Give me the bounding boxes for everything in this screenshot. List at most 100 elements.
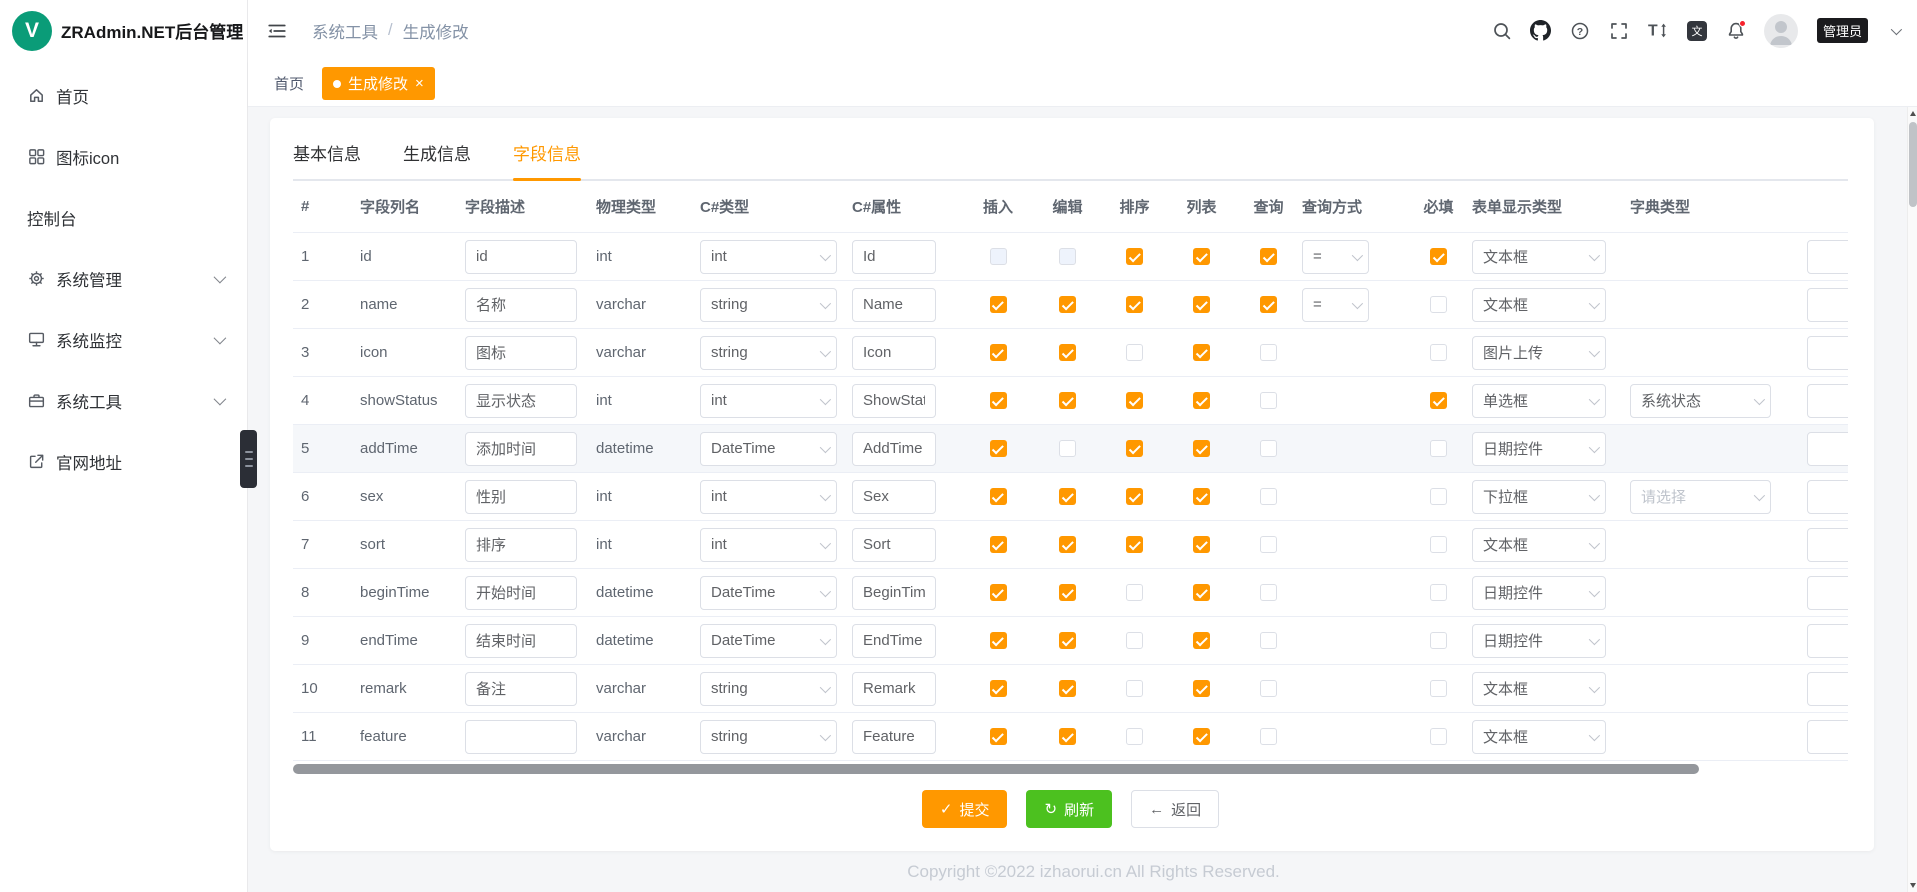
required-checkbox[interactable]: [1430, 536, 1447, 553]
edit-checkbox[interactable]: [1059, 248, 1076, 265]
csharp-property-input[interactable]: [852, 720, 936, 754]
extra-input[interactable]: [1807, 432, 1848, 466]
tab-basic-info[interactable]: 基本信息: [293, 140, 361, 179]
chevron-down-icon[interactable]: [1891, 23, 1902, 34]
collapse-sidebar-icon[interactable]: [266, 20, 288, 42]
list-checkbox[interactable]: [1193, 584, 1210, 601]
csharp-type-select[interactable]: int: [700, 528, 837, 562]
extra-input[interactable]: [1807, 528, 1848, 562]
display-type-select[interactable]: 文本框: [1472, 528, 1606, 562]
column-desc-input[interactable]: [465, 720, 577, 754]
query-type-select[interactable]: =: [1302, 240, 1369, 274]
column-desc-input[interactable]: [465, 672, 577, 706]
display-type-select[interactable]: 文本框: [1472, 720, 1606, 754]
sidebar-item-console[interactable]: 控制台: [0, 187, 247, 248]
column-desc-input[interactable]: [465, 432, 577, 466]
list-checkbox[interactable]: [1193, 440, 1210, 457]
notification-bell-icon[interactable]: [1725, 20, 1747, 42]
vertical-scrollbar[interactable]: [1907, 107, 1917, 892]
settings-drawer-handle[interactable]: [240, 430, 257, 488]
extra-input[interactable]: [1807, 384, 1848, 418]
csharp-type-select[interactable]: DateTime: [700, 576, 837, 610]
query-checkbox[interactable]: [1260, 296, 1277, 313]
list-checkbox[interactable]: [1193, 536, 1210, 553]
sort-checkbox[interactable]: [1126, 488, 1143, 505]
sort-checkbox[interactable]: [1126, 344, 1143, 361]
list-checkbox[interactable]: [1193, 632, 1210, 649]
csharp-type-select[interactable]: string: [700, 672, 837, 706]
insert-checkbox[interactable]: [990, 728, 1007, 745]
display-type-select[interactable]: 下拉框: [1472, 480, 1606, 514]
csharp-property-input[interactable]: [852, 576, 936, 610]
refresh-button[interactable]: ↻ 刷新: [1026, 790, 1112, 828]
query-checkbox[interactable]: [1260, 488, 1277, 505]
list-checkbox[interactable]: [1193, 248, 1210, 265]
insert-checkbox[interactable]: [990, 296, 1007, 313]
language-icon[interactable]: 文: [1686, 20, 1708, 42]
insert-checkbox[interactable]: [990, 680, 1007, 697]
required-checkbox[interactable]: [1430, 680, 1447, 697]
insert-checkbox[interactable]: [990, 392, 1007, 409]
csharp-type-select[interactable]: DateTime: [700, 624, 837, 658]
sidebar-item-official-site[interactable]: 官网地址: [0, 431, 247, 492]
csharp-property-input[interactable]: [852, 432, 936, 466]
edit-checkbox[interactable]: [1059, 632, 1076, 649]
display-type-select[interactable]: 图片上传: [1472, 336, 1606, 370]
column-desc-input[interactable]: [465, 384, 577, 418]
list-checkbox[interactable]: [1193, 296, 1210, 313]
sort-checkbox[interactable]: [1126, 296, 1143, 313]
display-type-select[interactable]: 文本框: [1472, 288, 1606, 322]
extra-input[interactable]: [1807, 576, 1848, 610]
required-checkbox[interactable]: [1430, 584, 1447, 601]
edit-checkbox[interactable]: [1059, 344, 1076, 361]
display-type-select[interactable]: 日期控件: [1472, 576, 1606, 610]
tab-generate-info[interactable]: 生成信息: [403, 140, 471, 179]
extra-input[interactable]: [1807, 288, 1848, 322]
sort-checkbox[interactable]: [1126, 392, 1143, 409]
list-checkbox[interactable]: [1193, 680, 1210, 697]
sidebar-item-icons[interactable]: 图标icon: [0, 126, 247, 187]
breadcrumb-item[interactable]: 系统工具: [312, 19, 378, 43]
extra-input[interactable]: [1807, 240, 1848, 274]
csharp-property-input[interactable]: [852, 288, 936, 322]
column-desc-input[interactable]: [465, 288, 577, 322]
csharp-type-select[interactable]: string: [700, 720, 837, 754]
column-desc-input[interactable]: [465, 480, 577, 514]
list-checkbox[interactable]: [1193, 392, 1210, 409]
dict-type-select[interactable]: 请选择: [1630, 480, 1771, 514]
edit-checkbox[interactable]: [1059, 680, 1076, 697]
insert-checkbox[interactable]: [990, 344, 1007, 361]
required-checkbox[interactable]: [1430, 440, 1447, 457]
required-checkbox[interactable]: [1430, 728, 1447, 745]
submit-button[interactable]: ✓ 提交: [922, 790, 1008, 828]
display-type-select[interactable]: 文本框: [1472, 672, 1606, 706]
column-desc-input[interactable]: [465, 528, 577, 562]
close-icon[interactable]: ×: [415, 76, 424, 91]
scrollbar-thumb[interactable]: [1909, 122, 1917, 207]
insert-checkbox[interactable]: [990, 632, 1007, 649]
required-checkbox[interactable]: [1430, 392, 1447, 409]
csharp-property-input[interactable]: [852, 384, 936, 418]
sort-checkbox[interactable]: [1126, 680, 1143, 697]
sort-checkbox[interactable]: [1126, 440, 1143, 457]
csharp-property-input[interactable]: [852, 624, 936, 658]
display-type-select[interactable]: 日期控件: [1472, 624, 1606, 658]
scroll-down-arrow[interactable]: [1908, 879, 1917, 892]
extra-input[interactable]: [1807, 336, 1848, 370]
required-checkbox[interactable]: [1430, 632, 1447, 649]
csharp-type-select[interactable]: int: [700, 384, 837, 418]
csharp-property-input[interactable]: [852, 336, 936, 370]
list-checkbox[interactable]: [1193, 344, 1210, 361]
extra-input[interactable]: [1807, 480, 1848, 514]
insert-checkbox[interactable]: [990, 440, 1007, 457]
csharp-type-select[interactable]: string: [700, 288, 837, 322]
extra-input[interactable]: [1807, 720, 1848, 754]
sort-checkbox[interactable]: [1126, 728, 1143, 745]
sort-checkbox[interactable]: [1126, 584, 1143, 601]
insert-checkbox[interactable]: [990, 248, 1007, 265]
csharp-type-select[interactable]: DateTime: [700, 432, 837, 466]
query-checkbox[interactable]: [1260, 584, 1277, 601]
fullscreen-icon[interactable]: [1608, 20, 1630, 42]
required-checkbox[interactable]: [1430, 248, 1447, 265]
csharp-property-input[interactable]: [852, 528, 936, 562]
